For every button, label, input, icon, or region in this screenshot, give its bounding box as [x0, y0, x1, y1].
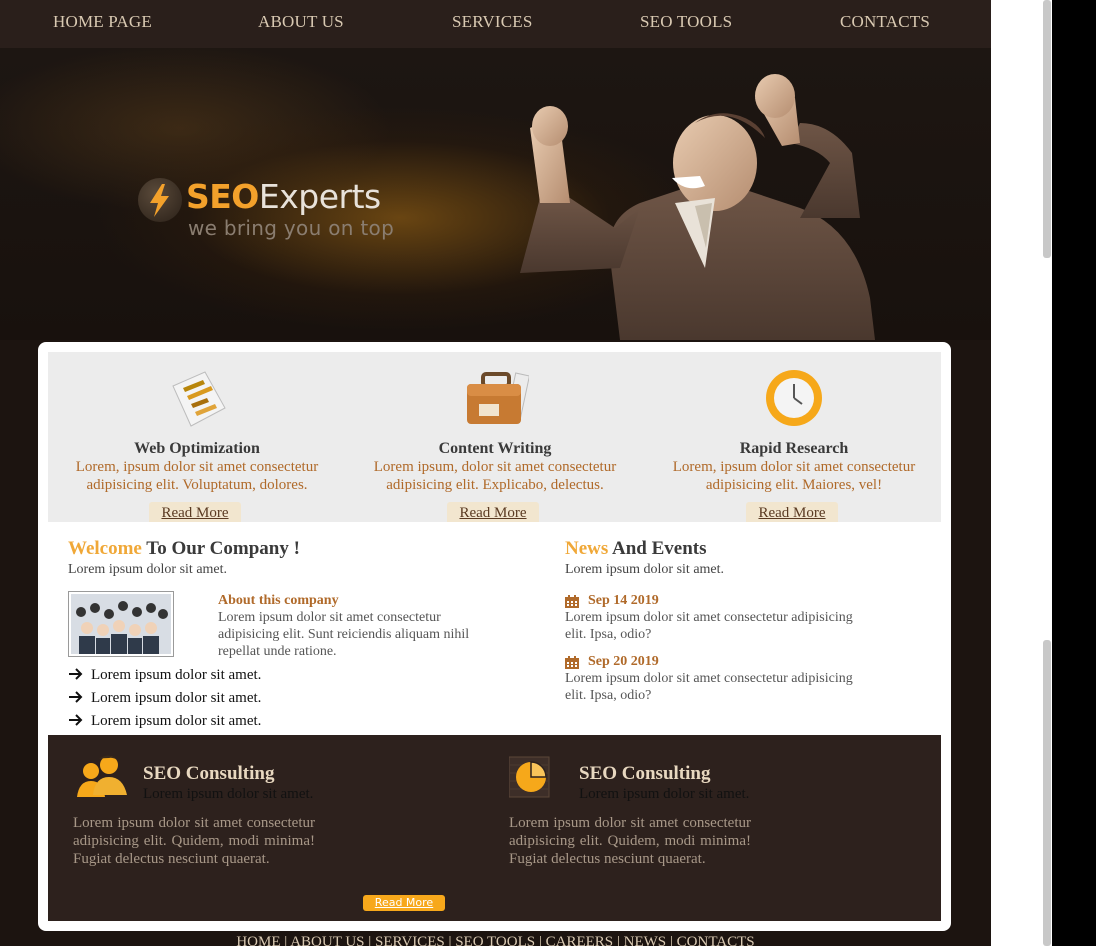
footer-link-contacts[interactable]: CONTACTS — [677, 934, 755, 946]
scrollbar-thumb[interactable] — [1043, 0, 1051, 258]
logo-brand-experts: Experts — [258, 177, 381, 216]
nav-seo-tools[interactable]: SEO TOOLS — [640, 12, 732, 32]
feature-title: Content Writing — [438, 440, 552, 457]
footer-separator: | — [364, 934, 376, 946]
consulting-subtitle: Lorem ipsum dolor sit amet. — [143, 786, 314, 802]
feature-web-optimization: Web Optimization Lorem, ipsum dolor sit … — [48, 352, 346, 522]
consulting-section: SEO Consulting Lorem ipsum dolor sit ame… — [48, 735, 941, 921]
read-more-button[interactable]: Read More — [149, 502, 241, 522]
news-heading-rest: And Events — [611, 538, 707, 559]
feature-title: Rapid Research — [739, 440, 849, 457]
footer-link-news[interactable]: NEWS — [624, 934, 667, 946]
welcome-subtitle: Lorem ipsum dolor sit amet. — [68, 562, 228, 577]
welcome-heading-accent: Welcome — [68, 538, 142, 559]
news-section: News And Events Lorem ipsum dolor sit am… — [565, 538, 925, 578]
footer-separator: | — [666, 934, 677, 946]
footer-link-services[interactable]: SERVICES — [375, 934, 445, 946]
event-text: Lorem ipsum dolor sit amet consectetur a… — [565, 671, 853, 703]
footer-separator: | — [280, 934, 291, 946]
clock-icon — [766, 370, 822, 426]
about-company: About this company Lorem ipsum dolor sit… — [218, 593, 478, 660]
read-more-button[interactable]: Read More — [447, 502, 539, 522]
footer-link-home[interactable]: HOME — [236, 934, 280, 946]
event-text: Lorem ipsum dolor sit amet consectetur a… — [565, 610, 853, 642]
consulting-text: Lorem ipsum dolor sit amet consectetur a… — [73, 815, 315, 867]
window-edge — [1052, 0, 1096, 946]
consulting-title: SEO Consulting — [579, 763, 711, 784]
consulting-title: SEO Consulting — [143, 763, 275, 784]
about-company-text: Lorem ipsum dolor sit amet consectetur a… — [218, 610, 470, 659]
news-heading-accent: News — [565, 538, 609, 559]
footer-link-about-us[interactable]: ABOUT US — [290, 934, 364, 946]
welcome-heading-rest: To Our Company ! — [146, 538, 300, 559]
top-nav: HOME PAGE ABOUT US SERVICES SEO TOOLS CO… — [0, 0, 991, 48]
feature-text: Lorem, ipsum dolor sit amet consectetur … — [672, 459, 916, 493]
feature-content-writing: Content Writing Lorem ipsum, dolor sit a… — [346, 352, 644, 522]
list-item: Lorem ipsum dolor sit amet. — [68, 689, 368, 712]
pie-chart-icon — [509, 756, 550, 798]
footer-link-seo-tools[interactable]: SEO TOOLS — [455, 934, 535, 946]
features-strip: Web Optimization Lorem, ipsum dolor sit … — [48, 352, 941, 522]
event-date[interactable]: Sep 14 2019 — [565, 593, 865, 609]
people-icon — [77, 755, 127, 797]
bullet-list: Lorem ipsum dolor sit amet. Lorem ipsum … — [68, 666, 368, 735]
calendar-icon — [565, 656, 579, 669]
arrow-right-icon — [69, 691, 83, 703]
feature-title: Web Optimization — [134, 440, 260, 457]
list-item: Lorem ipsum dolor sit amet. — [68, 666, 368, 689]
page: HOME PAGE ABOUT US SERVICES SEO TOOLS CO… — [0, 0, 991, 946]
list-item-text: Lorem ipsum dolor sit amet. — [91, 667, 262, 683]
scrollbar-thumb-lower[interactable] — [1043, 640, 1051, 946]
footer-separator: | — [535, 934, 546, 946]
feature-rapid-research: Rapid Research Lorem, ipsum dolor sit am… — [645, 352, 943, 522]
site-logo[interactable]: SEOExperts we bring you on top — [138, 176, 398, 246]
footer-nav: HOME | ABOUT US | SERVICES | SEO TOOLS |… — [0, 932, 991, 946]
read-more-button[interactable]: Read More — [363, 895, 445, 911]
calendar-icon — [565, 595, 579, 608]
arrow-right-icon — [69, 714, 83, 726]
feature-text: Lorem ipsum, dolor sit amet consectetur … — [373, 459, 617, 493]
lightning-bolt-icon — [138, 178, 182, 222]
nav-services[interactable]: SERVICES — [452, 12, 533, 32]
welcome-section: Welcome To Our Company ! Lorem ipsum dol… — [68, 538, 528, 578]
welcome-heading: Welcome To Our Company ! — [68, 538, 528, 560]
consulting-text: Lorem ipsum dolor sit amet consectetur a… — [509, 815, 751, 867]
logo-brand: SEOExperts — [186, 178, 381, 216]
celebrating-businessman-image — [520, 74, 875, 340]
event-date-text: Sep 20 2019 — [588, 654, 659, 669]
hero-banner: SEOExperts we bring you on top — [0, 48, 991, 340]
news-heading: News And Events — [565, 538, 925, 560]
about-company-title: About this company — [218, 593, 339, 608]
list-item-text: Lorem ipsum dolor sit amet. — [91, 690, 262, 706]
read-more-button[interactable]: Read More — [746, 502, 838, 522]
footer-separator: | — [444, 934, 456, 946]
logo-tagline: we bring you on top — [188, 216, 395, 240]
team-photo — [68, 591, 174, 657]
list-item-text: Lorem ipsum dolor sit amet. — [91, 713, 262, 729]
logo-brand-seo: SEO — [186, 177, 259, 216]
footer-link-careers[interactable]: CAREERS — [546, 934, 614, 946]
footer-separator: | — [613, 934, 624, 946]
news-event: Sep 20 2019 Lorem ipsum dolor sit amet c… — [565, 654, 865, 704]
list-item: Lorem ipsum dolor sit amet. — [68, 712, 368, 735]
chart-doc-icon — [172, 371, 226, 427]
arrow-right-icon — [69, 668, 83, 680]
content-card: Web Optimization Lorem, ipsum dolor sit … — [38, 342, 951, 931]
nav-home-page[interactable]: HOME PAGE — [53, 12, 152, 32]
nav-about-us[interactable]: ABOUT US — [258, 12, 344, 32]
consulting-subtitle: Lorem ipsum dolor sit amet. — [579, 786, 750, 802]
nav-contacts[interactable]: CONTACTS — [840, 12, 930, 32]
news-event: Sep 14 2019 Lorem ipsum dolor sit amet c… — [565, 593, 865, 643]
feature-text: Lorem, ipsum dolor sit amet consectetur … — [75, 459, 319, 493]
event-date-text: Sep 14 2019 — [588, 593, 659, 608]
event-date[interactable]: Sep 20 2019 — [565, 654, 865, 670]
briefcase-icon — [467, 372, 529, 424]
news-subtitle: Lorem ipsum dolor sit amet. — [565, 562, 725, 577]
